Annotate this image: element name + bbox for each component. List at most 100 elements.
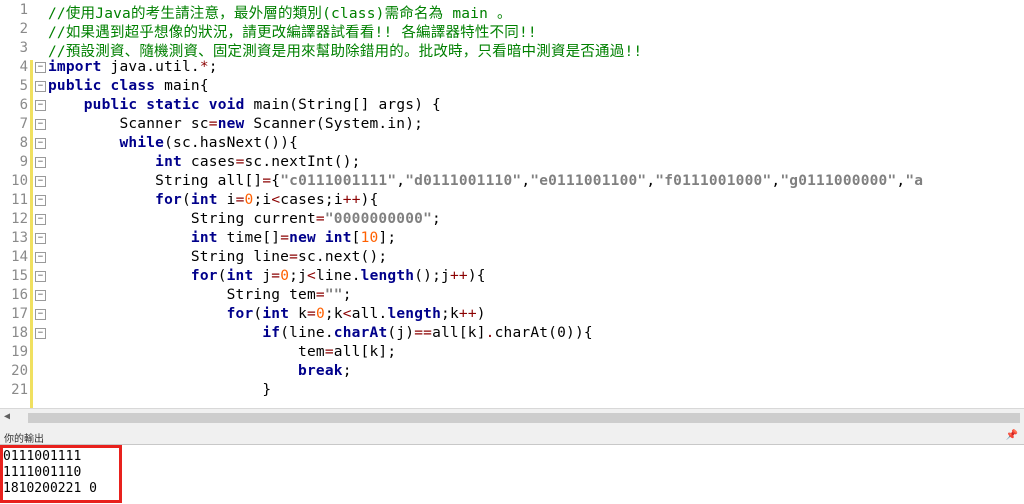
code-token: ;j [289, 268, 308, 284]
code-line[interactable]: break; [48, 363, 352, 379]
code-token: public [48, 78, 102, 94]
line-number: 4 [19, 59, 28, 75]
code-token: < [342, 306, 352, 322]
code-token: int [190, 230, 218, 246]
code-line[interactable]: public static void main(String[] args) { [48, 97, 441, 113]
code-token: Scanner sc [48, 116, 209, 132]
code-token: ){ [467, 268, 486, 284]
code-token: String tem [48, 287, 316, 303]
code-line[interactable]: for(int i=0;i<cases;i++){ [48, 192, 379, 208]
line-number: 14 [11, 249, 28, 265]
code-editor[interactable]: 1 2 3 4 5 6 7 8 9 10 11 12 13 14 15 16 17 18 19 20 21 − − − − − −… [0, 0, 1024, 408]
code-token: = [324, 344, 334, 360]
line-number: 19 [11, 344, 28, 360]
code-token: "a [905, 173, 924, 189]
scroll-left-icon[interactable]: ◀ [4, 411, 10, 422]
code-line[interactable]: import java.util.*; [48, 59, 218, 75]
code-token: (j) [387, 325, 415, 341]
code-token: = [289, 249, 299, 265]
code-token: "" [324, 287, 343, 303]
code-token: ;k [441, 306, 459, 322]
code-token: charAt(0)){ [494, 325, 593, 341]
code-line[interactable]: String line=sc.next(); [48, 249, 387, 265]
fold-toggle-icon[interactable]: − [35, 138, 46, 149]
fold-toggle-icon[interactable]: − [35, 271, 46, 282]
code-token: = [271, 268, 281, 284]
line-number: 13 [11, 230, 28, 246]
horizontal-scrollbar[interactable]: ◀ [0, 408, 1024, 427]
fold-toggle-icon[interactable]: − [35, 195, 46, 206]
code-token: (sc.hasNext()){ [164, 135, 299, 151]
code-token: == [414, 325, 433, 341]
fold-toggle-icon[interactable]: − [35, 62, 46, 73]
code-line[interactable]: tem=all[k]; [48, 344, 396, 360]
fold-toggle-icon[interactable]: − [35, 233, 46, 244]
fold-toggle-icon[interactable]: − [35, 176, 46, 187]
code-token: 0 [280, 268, 290, 284]
line-number: 21 [11, 382, 28, 398]
code-token: String line [48, 249, 290, 265]
fold-toggle-icon[interactable]: − [35, 119, 46, 130]
code-token: line. [315, 268, 361, 284]
code-token: static [146, 97, 200, 113]
code-token: for [226, 306, 254, 322]
code-token: , [646, 173, 656, 189]
code-token: = [315, 287, 325, 303]
line-number: 7 [19, 116, 28, 132]
code-token: //預設測資、隨機測資、固定測資是用來幫助除錯用的。批改時，只看暗中測資是否通過… [48, 44, 643, 60]
code-token: //使用Java的考生請注意，最外層的類別(class)需命名為 main 。 [48, 6, 512, 22]
line-number: 6 [19, 97, 28, 113]
code-token: ++ [449, 268, 468, 284]
code-token: [ [351, 230, 361, 246]
fold-toggle-icon[interactable]: − [35, 309, 46, 320]
code-token: all[k] [432, 325, 486, 341]
code-token: * [199, 59, 209, 75]
code-line[interactable]: //使用Java的考生請注意，最外層的類別(class)需命名為 main 。 [48, 2, 512, 23]
fold-toggle-icon[interactable]: − [35, 81, 46, 92]
code-token: while [119, 135, 165, 151]
fold-toggle-icon[interactable]: − [35, 328, 46, 339]
fold-toggle-icon[interactable]: − [35, 157, 46, 168]
fold-toggle-icon[interactable]: − [35, 290, 46, 301]
code-token: ; [432, 211, 441, 227]
code-token: (line. [280, 325, 334, 341]
scrollbar-thumb[interactable] [28, 413, 1020, 423]
code-line[interactable]: String tem=""; [48, 287, 352, 303]
fold-toggle-icon[interactable]: − [35, 100, 46, 111]
code-line[interactable]: //預設測資、隨機測資、固定測資是用來幫助除錯用的。批改時，只看暗中測資是否通過… [48, 40, 642, 61]
code-token: for [155, 192, 182, 208]
code-token: , [771, 173, 781, 189]
code-line[interactable]: //如果遇到超乎想像的狀況，請更改編譯器試看看!! 各編譯器特性不同!! [48, 21, 537, 42]
pin-icon[interactable]: 📌 [1006, 430, 1018, 441]
fold-toggle-icon[interactable]: − [35, 214, 46, 225]
code-line[interactable]: Scanner sc=new Scanner(System.in); [48, 116, 423, 132]
code-token: = [262, 173, 272, 189]
code-line[interactable]: for(int k=0;k<all.length;k++) [48, 306, 486, 322]
code-token: ; [342, 363, 352, 379]
code-line[interactable]: String all[]={"c0111001111","d0111001110… [48, 173, 923, 189]
code-line[interactable]: int time[]=new int[10]; [48, 230, 396, 246]
code-token: ; [342, 287, 352, 303]
code-line[interactable]: int cases=sc.nextInt(); [48, 154, 361, 170]
code-line[interactable]: public class main{ [48, 78, 209, 94]
code-token: charAt [333, 325, 388, 341]
code-line[interactable]: } [48, 382, 271, 398]
fold-toggle-icon[interactable]: − [35, 252, 46, 263]
code-token: length [360, 268, 415, 284]
code-token: j [253, 268, 272, 284]
code-line[interactable]: while(sc.hasNext()){ [48, 135, 298, 151]
code-line[interactable]: for(int j=0;j<line.length();j++){ [48, 268, 486, 284]
line-number: 18 [11, 325, 28, 341]
code-token: ();j [414, 268, 450, 284]
code-token: new [217, 116, 245, 132]
code-token: java.util. [101, 59, 200, 75]
line-number: 11 [11, 192, 28, 208]
code-line[interactable]: String current="0000000000"; [48, 211, 441, 227]
code-token: ( [253, 306, 263, 322]
code-line[interactable]: if(line.charAt(j)==all[k].charAt(0)){ [48, 325, 593, 341]
code-token: int [190, 192, 218, 208]
code-token: ++ [342, 192, 361, 208]
